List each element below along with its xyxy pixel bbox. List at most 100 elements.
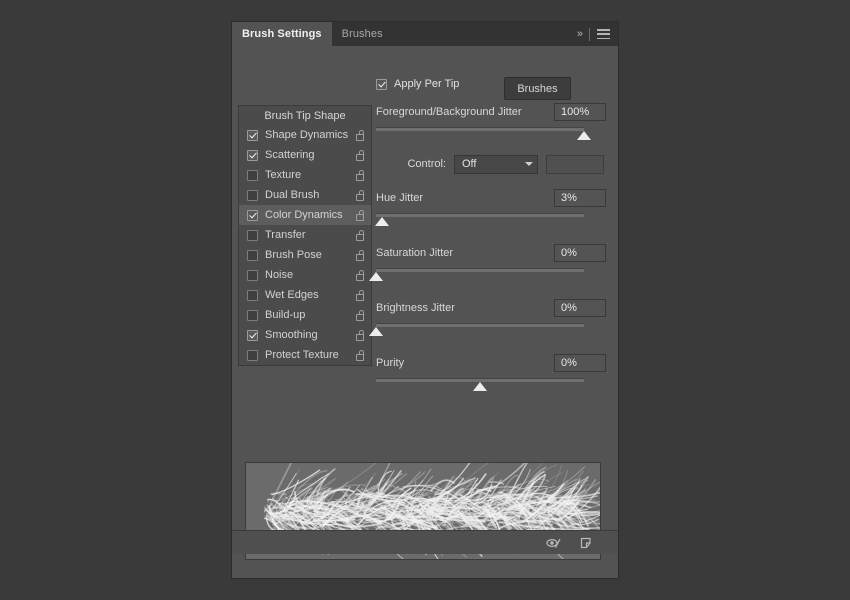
toggle-live-tip-brush-preview-icon[interactable] (546, 536, 562, 550)
list-item-label: Smoothing (265, 329, 352, 341)
tab-brushes[interactable]: Brushes (332, 22, 393, 46)
hue-jitter-label: Hue Jitter (376, 192, 554, 204)
purity-row: Purity 0% (376, 353, 606, 372)
checkbox-apply-per-tip[interactable] (376, 79, 387, 90)
slider-thumb[interactable] (375, 217, 389, 226)
foreground-background-jitter-row: Foreground/Background Jitter 100% (376, 102, 606, 121)
brush-tip-shape-header[interactable]: Brush Tip Shape (239, 106, 371, 125)
brush-settings-list: Brush Tip Shape Shape Dynamics Scatterin… (238, 105, 372, 366)
purity-label: Purity (376, 357, 554, 369)
list-item-label: Brush Pose (265, 249, 352, 261)
lock-icon[interactable] (356, 130, 365, 141)
panel-menu-icon[interactable] (597, 29, 610, 39)
lock-icon[interactable] (356, 330, 365, 341)
lock-icon[interactable] (356, 210, 365, 221)
expand-chevrons-icon[interactable]: » (577, 29, 582, 40)
slider-thumb[interactable] (473, 382, 487, 391)
tab-brushes-label: Brushes (342, 28, 383, 40)
lock-icon[interactable] (356, 290, 365, 301)
tab-brush-settings-label: Brush Settings (242, 28, 322, 40)
chevron-down-icon (525, 162, 533, 166)
list-item-smoothing[interactable]: Smoothing (239, 325, 371, 345)
checkbox-shape-dynamics[interactable] (247, 130, 258, 141)
checkbox-wet-edges[interactable] (247, 290, 258, 301)
list-item-label: Shape Dynamics (265, 129, 352, 141)
lock-icon[interactable] (356, 270, 365, 281)
checkbox-build-up[interactable] (247, 310, 258, 321)
list-item-label: Build-up (265, 309, 352, 321)
checkbox-texture[interactable] (247, 170, 258, 181)
list-item-wet-edges[interactable]: Wet Edges (239, 285, 371, 305)
checkbox-smoothing[interactable] (247, 330, 258, 341)
lock-icon[interactable] (356, 350, 365, 361)
saturation-jitter-value[interactable]: 0% (554, 244, 606, 262)
list-item-label: Color Dynamics (265, 209, 352, 221)
slider-track (376, 213, 584, 217)
lock-icon[interactable] (356, 310, 365, 321)
slider-track (376, 323, 584, 327)
tab-brush-settings[interactable]: Brush Settings (232, 22, 332, 46)
saturation-jitter-row: Saturation Jitter 0% (376, 243, 606, 262)
lock-icon[interactable] (356, 150, 365, 161)
foreground-background-jitter-value[interactable]: 100% (554, 103, 606, 121)
list-item-protect-texture[interactable]: Protect Texture (239, 345, 371, 365)
lock-icon[interactable] (356, 230, 365, 241)
list-item-transfer[interactable]: Transfer (239, 225, 371, 245)
purity-slider[interactable] (376, 377, 584, 394)
hue-jitter-row: Hue Jitter 3% (376, 188, 606, 207)
purity-value[interactable]: 0% (554, 354, 606, 372)
apply-per-tip-label: Apply Per Tip (394, 78, 459, 90)
lock-icon[interactable] (356, 250, 365, 261)
list-item-color-dynamics[interactable]: Color Dynamics (239, 205, 371, 225)
saturation-jitter-slider[interactable] (376, 267, 584, 284)
brightness-jitter-slider[interactable] (376, 322, 584, 339)
checkbox-protect-texture[interactable] (247, 350, 258, 361)
brightness-jitter-row: Brightness Jitter 0% (376, 298, 606, 317)
slider-thumb[interactable] (577, 131, 591, 140)
control-select[interactable]: Off (454, 155, 538, 174)
checkbox-noise[interactable] (247, 270, 258, 281)
list-item-brush-pose[interactable]: Brush Pose (239, 245, 371, 265)
saturation-jitter-label: Saturation Jitter (376, 247, 554, 259)
lock-icon[interactable] (356, 190, 365, 201)
panel-body: Brushes Brush Tip Shape Shape Dynamics S… (232, 46, 618, 554)
create-new-brush-icon[interactable] (578, 536, 594, 550)
color-dynamics-controls: Apply Per Tip Foreground/Background Jitt… (376, 76, 606, 394)
apply-per-tip-row[interactable]: Apply Per Tip (376, 76, 606, 92)
brush-settings-panel: Brush Settings Brushes » Brushes Brush T… (232, 22, 618, 578)
hue-jitter-value[interactable]: 3% (554, 189, 606, 207)
list-item-label: Scattering (265, 149, 352, 161)
list-item-scattering[interactable]: Scattering (239, 145, 371, 165)
list-item-build-up[interactable]: Build-up (239, 305, 371, 325)
list-item-noise[interactable]: Noise (239, 265, 371, 285)
checkbox-color-dynamics[interactable] (247, 210, 258, 221)
list-item-label: Texture (265, 169, 352, 181)
list-item-label: Protect Texture (265, 349, 352, 361)
slider-track (376, 127, 584, 131)
brightness-jitter-value[interactable]: 0% (554, 299, 606, 317)
list-item-label: Wet Edges (265, 289, 352, 301)
slider-track (376, 268, 584, 272)
control-row: Control: Off (376, 154, 606, 174)
checkbox-brush-pose[interactable] (247, 250, 258, 261)
control-extra-field[interactable] (546, 155, 604, 174)
list-item-label: Noise (265, 269, 352, 281)
slider-thumb[interactable] (369, 272, 383, 281)
lock-icon[interactable] (356, 170, 365, 181)
checkbox-transfer[interactable] (247, 230, 258, 241)
slider-thumb[interactable] (369, 327, 383, 336)
list-item-texture[interactable]: Texture (239, 165, 371, 185)
list-item-label: Dual Brush (265, 189, 352, 201)
tab-icon-divider (589, 28, 590, 41)
list-item-shape-dynamics[interactable]: Shape Dynamics (239, 125, 371, 145)
panel-tab-icons: » (577, 22, 618, 46)
checkbox-scattering[interactable] (247, 150, 258, 161)
checkbox-dual-brush[interactable] (247, 190, 258, 201)
control-label: Control: (376, 158, 454, 170)
list-item-label: Transfer (265, 229, 352, 241)
list-item-dual-brush[interactable]: Dual Brush (239, 185, 371, 205)
hue-jitter-slider[interactable] (376, 212, 584, 229)
foreground-background-jitter-slider[interactable] (376, 126, 584, 143)
panel-footer (232, 530, 618, 554)
foreground-background-jitter-label: Foreground/Background Jitter (376, 106, 554, 118)
